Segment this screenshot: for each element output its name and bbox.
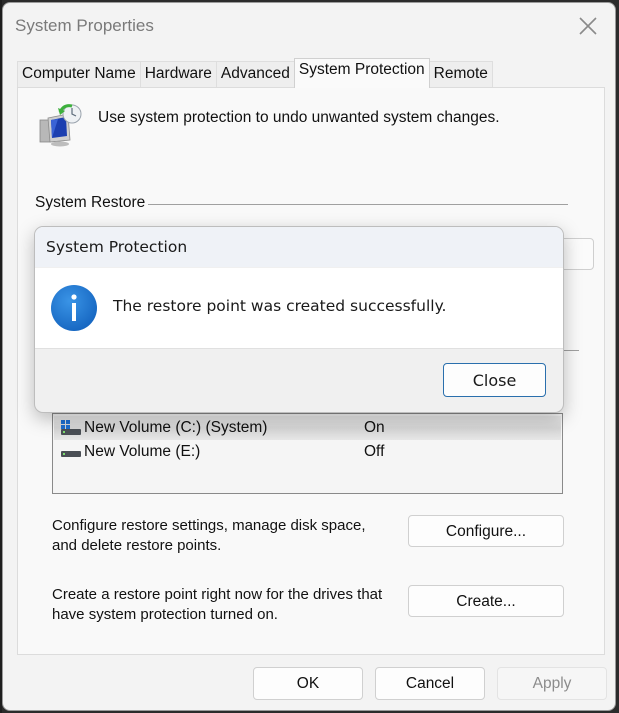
tab-advanced[interactable]: Advanced: [215, 61, 295, 88]
intro-text: Use system protection to undo unwanted s…: [98, 109, 500, 126]
tab-remote[interactable]: Remote: [428, 61, 493, 88]
dialog-title-bar: System Protection: [35, 227, 563, 267]
drive-row[interactable]: New Volume (C:) (System) On: [54, 416, 561, 440]
create-description-line-1: Create a restore point right now for the…: [52, 586, 383, 603]
system-drive-icon: [61, 420, 81, 435]
tab-hardware[interactable]: Hardware: [139, 61, 217, 88]
tab-system-protection[interactable]: System Protection: [293, 58, 430, 88]
group-divider: [138, 204, 568, 205]
tab-strip: Computer Name Hardware Advanced System P…: [17, 58, 493, 88]
create-description-line-2: have system protection turned on.: [52, 606, 278, 623]
drive-protection-status: On: [364, 419, 385, 436]
drive-protection-status: Off: [364, 443, 385, 460]
cancel-button[interactable]: Cancel: [375, 667, 485, 700]
dialog-title: System Protection: [46, 238, 188, 256]
info-icon: [51, 285, 97, 331]
dialog-body: The restore point was created successful…: [35, 268, 563, 349]
configure-description: Configure restore settings, manage disk …: [52, 516, 366, 556]
configure-description-line-2: and delete restore points.: [52, 537, 222, 554]
drive-name: New Volume (C:) (System): [84, 419, 268, 436]
create-button[interactable]: Create...: [408, 585, 564, 617]
drives-list[interactable]: New Volume (C:) (System) On New Volume (…: [52, 413, 563, 494]
drive-row[interactable]: New Volume (E:) Off: [54, 440, 561, 464]
create-description: Create a restore point right now for the…: [52, 585, 382, 625]
dialog-message: The restore point was created successful…: [113, 297, 447, 315]
system-protection-dialog: System Protection The restore point was …: [34, 226, 564, 413]
configure-description-line-1: Configure restore settings, manage disk …: [52, 517, 366, 534]
drive-icon: [61, 451, 81, 457]
window-title: System Properties: [15, 16, 154, 35]
close-x-icon[interactable]: [575, 13, 601, 39]
system-restore-icon: [39, 104, 82, 147]
drive-name: New Volume (E:): [84, 443, 201, 460]
tab-computer-name[interactable]: Computer Name: [17, 61, 141, 88]
system-restore-group-label: System Restore: [35, 194, 149, 212]
configure-button[interactable]: Configure...: [408, 515, 564, 547]
title-bar: System Properties: [3, 3, 615, 49]
ok-button[interactable]: OK: [253, 667, 363, 700]
dialog-close-button[interactable]: Close: [443, 363, 546, 397]
apply-button[interactable]: Apply: [497, 667, 607, 700]
